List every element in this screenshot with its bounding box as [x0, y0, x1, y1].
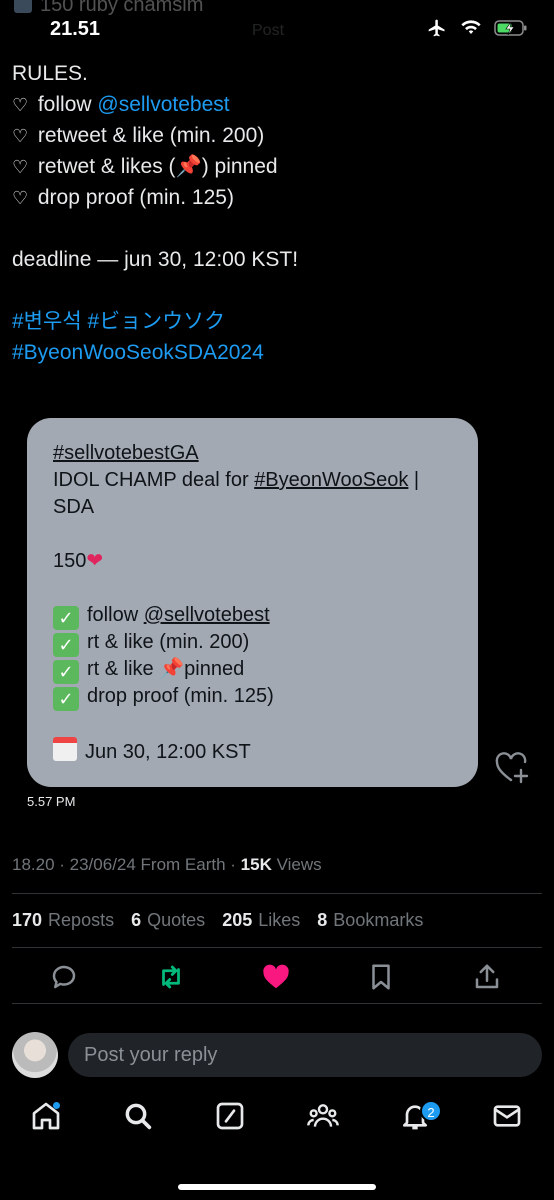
- grok-icon[interactable]: [214, 1100, 246, 1132]
- divider: [12, 893, 542, 894]
- ghost-header-title: 150 ruby chamsim: [14, 0, 203, 17]
- post-actions: [0, 962, 554, 992]
- system-icons: [426, 18, 528, 38]
- bottom-tab-bar: [0, 1100, 554, 1144]
- bookmark-icon[interactable]: [366, 962, 396, 992]
- reposts-stat[interactable]: 170 Reposts: [12, 910, 114, 930]
- card-line1: IDOL CHAMP deal for #ByeonWooSeok |: [53, 469, 420, 491]
- rules-title: RULES.: [12, 62, 88, 85]
- messages-icon[interactable]: [491, 1100, 523, 1132]
- check-mark-icon: ✓: [53, 633, 79, 657]
- hashtag-line[interactable]: #ByeonWooSeokSDA2024: [12, 337, 542, 368]
- divider: [12, 947, 542, 948]
- card-timestamp: 5.57 PM: [27, 794, 76, 809]
- card-item: ✓ rt & like (min. 200): [53, 629, 452, 657]
- likes-stat[interactable]: 205 Likes: [222, 910, 300, 930]
- post-meta: 18.20 · 23/06/24 From Earth · 15K Views: [12, 855, 322, 874]
- reply-bar: [0, 1022, 554, 1082]
- status-bar: 150 ruby chamsim Post 21.51: [0, 0, 554, 56]
- rule-item: ♡ drop proof (min. 125): [12, 182, 542, 213]
- hashtag-line[interactable]: #변우석 #ビョンウソク: [12, 306, 542, 337]
- home-unread-dot: [53, 1102, 60, 1109]
- card-line2: SDA: [53, 496, 95, 518]
- check-mark-icon: ✓: [53, 660, 79, 684]
- clock: 21.51: [50, 18, 101, 40]
- notification-badge: 2: [420, 1100, 442, 1122]
- heart-outline-icon: ♡: [12, 188, 29, 208]
- battery-icon: [494, 20, 527, 36]
- check-mark-icon: ✓: [53, 606, 79, 630]
- bookmarks-stat[interactable]: 8 Bookmarks: [317, 910, 423, 930]
- communities-icon[interactable]: [307, 1100, 339, 1132]
- heart-outline-icon: ♡: [12, 95, 29, 115]
- red-heart-icon: ❤: [86, 550, 104, 572]
- mention-link[interactable]: @sellvotebest: [97, 93, 229, 116]
- check-mark-icon: ✓: [53, 687, 79, 711]
- calendar-icon: [53, 737, 77, 761]
- heart-outline-icon: ♡: [12, 157, 29, 177]
- rule-item: ♡ retweet & like (min. 200): [12, 120, 542, 151]
- search-icon[interactable]: [122, 1100, 154, 1132]
- share-icon[interactable]: [472, 962, 502, 992]
- card-date: Jun 30, 12:00 KST: [53, 737, 452, 764]
- rule-item: ♡ retwet & likes (📌) pinned: [12, 151, 542, 182]
- cube-icon: [14, 0, 32, 13]
- card-item: ✓ drop proof (min. 125): [53, 683, 452, 711]
- ghost-header-label: Post: [252, 22, 285, 39]
- pushpin-icon: 📌: [159, 658, 185, 680]
- avatar[interactable]: [12, 1032, 58, 1078]
- retweet-icon[interactable]: [156, 962, 186, 992]
- tweet-body: RULES. ♡ follow @sellvotebest ♡ retweet …: [12, 58, 542, 368]
- card-item: ✓ follow @sellvotebest: [53, 602, 452, 630]
- deadline-text: deadline — jun 30, 12:00 KST!: [12, 248, 299, 271]
- message-bubble-card[interactable]: #sellvotebestGA IDOL CHAMP deal for #Bye…: [27, 418, 478, 787]
- reply-icon[interactable]: [49, 962, 79, 992]
- reply-input[interactable]: [68, 1033, 542, 1077]
- card-item: ✓ rt & like 📌pinned: [53, 656, 452, 684]
- quotes-stat[interactable]: 6 Quotes: [131, 910, 205, 930]
- views-count: 15K: [240, 855, 272, 874]
- wifi-icon: [461, 20, 481, 34]
- airplane-icon: [428, 19, 445, 37]
- card-prize: 150❤: [53, 550, 104, 572]
- divider: [12, 1003, 542, 1004]
- like-heart-icon[interactable]: [261, 962, 291, 992]
- rule-item: ♡ follow @sellvotebest: [12, 89, 542, 120]
- add-reaction-heart-icon[interactable]: [494, 751, 530, 785]
- card-hashtag: #sellvotebestGA: [53, 442, 199, 464]
- pushpin-icon: 📌: [175, 155, 202, 178]
- heart-outline-icon: ♡: [12, 126, 29, 146]
- engagement-stats: 170 Reposts 6 Quotes 205 Likes 8 Bookmarks: [12, 910, 435, 931]
- home-indicator: [178, 1184, 376, 1190]
